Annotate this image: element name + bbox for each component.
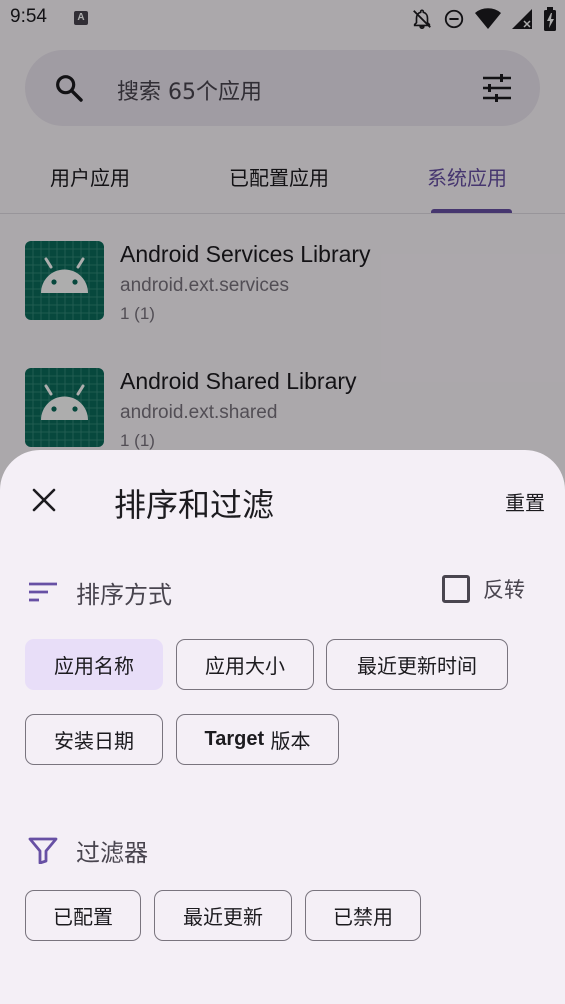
sort-chip-install-date[interactable]: 安装日期	[25, 714, 163, 765]
filter-chip-recently-updated[interactable]: 最近更新	[154, 890, 292, 941]
sort-chip-last-updated[interactable]: 最近更新时间	[326, 639, 508, 690]
close-button[interactable]	[24, 480, 64, 520]
sort-label: 排序方式	[76, 580, 172, 609]
chip-label-prefix: Target	[204, 728, 265, 750]
filter-icon	[28, 837, 58, 864]
sort-chip-target-version[interactable]: Target 版本	[176, 714, 339, 765]
filter-chip-configured[interactable]: 已配置	[25, 890, 141, 941]
close-icon[interactable]	[31, 487, 57, 513]
sort-section-header: 排序方式	[28, 572, 172, 612]
sheet-title: 排序和过滤	[114, 486, 275, 524]
sort-chip-app-size[interactable]: 应用大小	[176, 639, 314, 690]
sort-icon	[29, 582, 57, 602]
sort-chip-app-name[interactable]: 应用名称	[25, 639, 163, 690]
filter-section-header: 过滤器	[28, 830, 148, 870]
chip-label-suffix: 版本	[264, 729, 311, 753]
reverse-checkbox[interactable]	[442, 575, 470, 603]
sort-filter-sheet: 排序和过滤 重置 排序方式 反转 应用名称 应用大小 最近更新时间 安装日期 T…	[0, 450, 565, 1004]
reverse-label: 反转	[483, 578, 525, 602]
filter-label: 过滤器	[76, 838, 148, 867]
reverse-toggle[interactable]: 反转	[442, 574, 525, 604]
reset-button[interactable]: 重置	[505, 487, 545, 516]
filter-chip-disabled[interactable]: 已禁用	[305, 890, 421, 941]
